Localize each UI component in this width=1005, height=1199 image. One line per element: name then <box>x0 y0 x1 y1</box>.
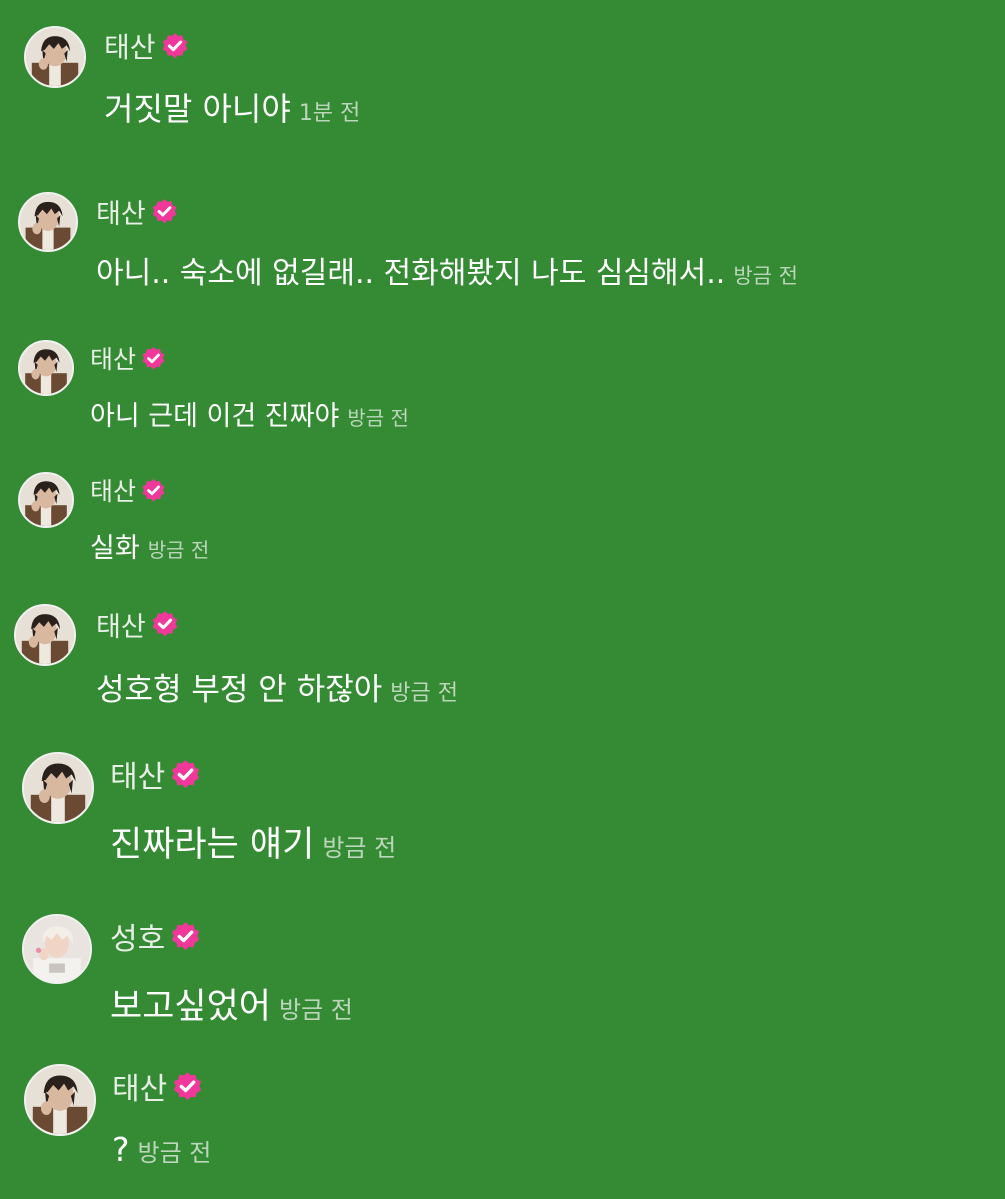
sender-name[interactable]: 성호 <box>110 914 165 958</box>
verified-badge-icon <box>150 197 178 225</box>
message-text[interactable]: 아니.. 숙소에 없길래.. 전화해봤지 나도 심심해서.. <box>96 248 725 292</box>
message-text[interactable]: 아니 근데 이건 진짜야 <box>90 394 339 433</box>
verified-badge-icon <box>141 477 166 503</box>
message-text[interactable]: 실화 <box>90 526 140 565</box>
message-time: 방금 전 <box>137 1139 212 1167</box>
sender-name[interactable]: 태산 <box>104 26 156 66</box>
taesan-avatar[interactable] <box>22 752 94 824</box>
message-time: 방금 전 <box>147 538 210 562</box>
taesan-avatar[interactable] <box>18 192 78 252</box>
verified-badge-icon <box>150 610 179 638</box>
verified-badge-icon <box>141 345 166 371</box>
message-text[interactable]: 진짜라는 얘기 <box>110 816 314 867</box>
message-time: 방금 전 <box>322 834 397 862</box>
sender-name[interactable]: 태산 <box>96 605 146 644</box>
message-text[interactable]: 보고싶었어 <box>110 978 271 1029</box>
taesan-avatar[interactable] <box>14 604 76 666</box>
sungho-avatar[interactable] <box>22 914 92 984</box>
chat-screen: { "colors": { "background": "#358a34", "… <box>0 0 1005 1199</box>
message-time: 1분 전 <box>298 101 361 126</box>
message-time: 방금 전 <box>279 996 353 1024</box>
taesan-avatar[interactable] <box>18 472 74 528</box>
sender-name[interactable]: 태산 <box>90 472 136 508</box>
sender-name[interactable]: 태산 <box>96 192 146 231</box>
message-time: 방금 전 <box>347 406 409 430</box>
verified-badge-icon <box>172 1070 204 1102</box>
verified-badge-icon <box>170 920 202 952</box>
verified-badge-icon <box>160 32 189 60</box>
message-text[interactable]: 성호형 부정 안 하잖아 <box>96 664 382 709</box>
sender-name[interactable]: 태산 <box>112 1064 167 1108</box>
taesan-avatar[interactable] <box>24 1064 96 1136</box>
message-time: 방금 전 <box>733 264 798 288</box>
taesan-avatar[interactable] <box>18 340 74 396</box>
message-time: 방금 전 <box>390 681 458 706</box>
message-text[interactable]: ? <box>112 1130 130 1169</box>
sender-name[interactable]: 태산 <box>90 340 136 376</box>
sender-name[interactable]: 태산 <box>110 752 165 796</box>
message-text[interactable]: 거짓말 아니야 <box>104 84 291 130</box>
taesan-avatar[interactable] <box>24 26 86 88</box>
verified-badge-icon <box>170 758 202 790</box>
